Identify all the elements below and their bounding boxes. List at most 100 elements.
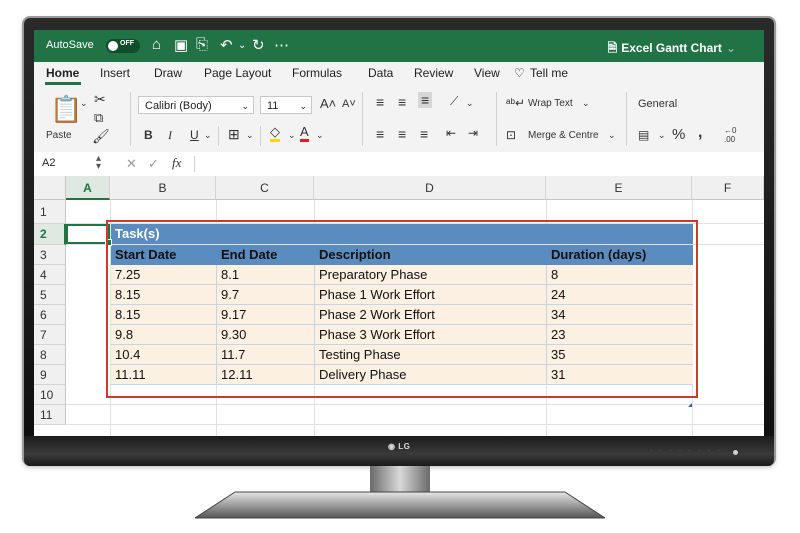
wrap-text-chevron-icon[interactable]: ⌄ <box>582 98 590 109</box>
table-highlight-box <box>106 220 698 398</box>
row-header-8[interactable]: 8 <box>34 345 66 365</box>
home-icon[interactable]: ⌂ <box>152 36 161 53</box>
tab-page-layout[interactable]: Page Layout <box>204 66 271 80</box>
name-box[interactable]: A2 <box>42 157 55 169</box>
italic-icon[interactable]: I <box>168 128 172 143</box>
confirm-formula-icon[interactable]: ✓ <box>148 156 159 172</box>
font-size-chevron-icon: ⌄ <box>299 101 307 111</box>
row-header-11[interactable]: 11 <box>34 405 66 425</box>
font-color-icon[interactable]: A <box>300 125 309 142</box>
orientation-icon[interactable]: ⟋ <box>450 94 458 109</box>
tab-formulas[interactable]: Formulas <box>292 66 342 80</box>
copy-icon[interactable]: ⧉ <box>94 110 103 126</box>
accounting-chevron-icon[interactable]: ⌄ <box>658 130 666 141</box>
bold-icon[interactable]: B <box>144 128 153 142</box>
orientation-chevron-icon[interactable]: ⌄ <box>466 98 474 109</box>
align-center-icon[interactable]: ≡ <box>398 126 406 142</box>
row-header-3[interactable]: 3 <box>34 245 66 265</box>
merge-centre-chevron-icon[interactable]: ⌄ <box>608 130 616 141</box>
ribbon-separator <box>626 92 627 146</box>
comma-style-button[interactable]: , <box>698 124 702 142</box>
decrease-font-size-icon[interactable]: A˅ <box>342 98 356 110</box>
power-led-icon <box>733 450 738 455</box>
increase-font-size-icon[interactable]: A˄ <box>320 96 336 111</box>
align-middle-icon[interactable]: ≡ <box>398 94 406 110</box>
ribbon-separator <box>218 126 219 146</box>
cut-icon[interactable]: ✂ <box>94 91 106 108</box>
ribbon-separator <box>130 92 131 146</box>
row-header-5[interactable]: 5 <box>34 285 66 305</box>
font-color-chevron-icon[interactable]: ⌄ <box>316 130 324 141</box>
tab-data[interactable]: Data <box>368 66 393 80</box>
undo-icon[interactable]: ↶ <box>220 36 233 54</box>
name-box-stepper-icon[interactable]: ▴ ▾ <box>96 154 101 172</box>
borders-icon[interactable]: ⊞ <box>228 126 240 143</box>
wrap-text-button[interactable]: Wrap Text <box>528 98 573 109</box>
excel-window: AutoSave OFF ⌂ ▣ ⎘ ↶ ⌄ ↻ ⋯ 🗎 Excel Gantt … <box>34 30 764 436</box>
redo-icon[interactable]: ↻ <box>252 36 265 54</box>
tab-insert[interactable]: Insert <box>100 66 130 80</box>
save-icon[interactable]: ▣ <box>174 36 188 54</box>
column-header-f[interactable]: F <box>692 176 764 200</box>
autosave-label: AutoSave <box>46 39 94 51</box>
merge-centre-icon[interactable]: ⊡ <box>506 128 516 142</box>
row-header-7[interactable]: 7 <box>34 325 66 345</box>
increase-indent-icon[interactable]: ⇥ <box>468 126 478 140</box>
column-header-e[interactable]: E <box>546 176 692 200</box>
row-header-9[interactable]: 9 <box>34 365 66 385</box>
align-left-icon[interactable]: ≡ <box>376 126 384 142</box>
tab-home[interactable]: Home <box>46 66 79 80</box>
format-painter-icon[interactable]: 🖌 <box>92 128 110 145</box>
tell-me-search[interactable]: Tell me <box>530 66 568 80</box>
wrap-text-icon[interactable]: ᵃᵇ↵ <box>506 96 525 110</box>
column-header-c[interactable]: C <box>216 176 314 200</box>
fill-color-icon[interactable]: ◇ <box>270 125 280 142</box>
merge-centre-button[interactable]: Merge & Centre <box>528 130 599 141</box>
table-resize-handle[interactable] <box>688 403 692 407</box>
cancel-formula-icon[interactable]: ✕ <box>126 156 137 172</box>
font-name-select[interactable]: Calibri (Body) ⌄ <box>138 96 254 114</box>
save-as-icon[interactable]: ⎘ <box>196 36 208 53</box>
decrease-decimal-icon[interactable]: ←0 .00 <box>724 126 736 144</box>
underline-chevron-icon[interactable]: ⌄ <box>204 130 212 141</box>
tab-draw[interactable]: Draw <box>154 66 182 80</box>
column-header-d[interactable]: D <box>314 176 546 200</box>
title-chevron-icon[interactable]: ⌄ <box>726 41 736 55</box>
row-header-10[interactable]: 10 <box>34 385 66 405</box>
align-right-icon[interactable]: ≡ <box>420 126 428 142</box>
number-format-select[interactable]: General <box>638 98 677 110</box>
autosave-state: OFF <box>120 40 134 47</box>
underline-icon[interactable]: U <box>190 128 199 142</box>
font-size-value: 11 <box>267 100 279 112</box>
monitor-front-buttons: · · · · · · · · <box>650 448 723 454</box>
worksheet-grid[interactable]: A B C D E F 1 2 3 4 5 6 7 8 9 10 11 Task… <box>34 176 764 436</box>
font-size-select[interactable]: 11 ⌄ <box>260 96 312 114</box>
decrease-indent-icon[interactable]: ⇤ <box>446 126 456 140</box>
tab-view[interactable]: View <box>474 66 500 80</box>
borders-chevron-icon[interactable]: ⌄ <box>246 130 254 141</box>
lightbulb-icon: ♡ <box>514 66 525 80</box>
active-cell-a2[interactable] <box>66 224 112 246</box>
monitor-brand-text: LG <box>398 442 411 451</box>
column-header-a[interactable]: A <box>66 176 110 200</box>
row-header-1[interactable]: 1 <box>34 200 66 224</box>
undo-dropdown-chevron-icon[interactable]: ⌄ <box>238 40 246 51</box>
row-header-6[interactable]: 6 <box>34 305 66 325</box>
autosave-toggle[interactable]: OFF <box>106 39 140 53</box>
row-header-4[interactable]: 4 <box>34 265 66 285</box>
paste-label[interactable]: Paste <box>46 130 72 141</box>
paste-dropdown-chevron-icon[interactable]: ⌄ <box>80 98 88 109</box>
accounting-format-icon[interactable]: ▤ <box>638 128 649 142</box>
row-header-2[interactable]: 2 <box>34 224 66 245</box>
fill-color-chevron-icon[interactable]: ⌄ <box>288 130 296 141</box>
select-all-corner[interactable] <box>34 176 66 200</box>
column-header-b[interactable]: B <box>110 176 216 200</box>
tab-review[interactable]: Review <box>414 66 453 80</box>
more-commands-icon[interactable]: ⋯ <box>274 36 289 54</box>
percent-style-button[interactable]: % <box>672 126 685 143</box>
align-top-icon[interactable]: ≡ <box>376 94 384 110</box>
insert-function-button[interactable]: fx <box>172 155 181 171</box>
font-name-value: Calibri (Body) <box>145 100 212 112</box>
paste-icon[interactable]: 📋 <box>50 94 82 125</box>
align-bottom-icon[interactable]: ≡ <box>418 92 433 108</box>
